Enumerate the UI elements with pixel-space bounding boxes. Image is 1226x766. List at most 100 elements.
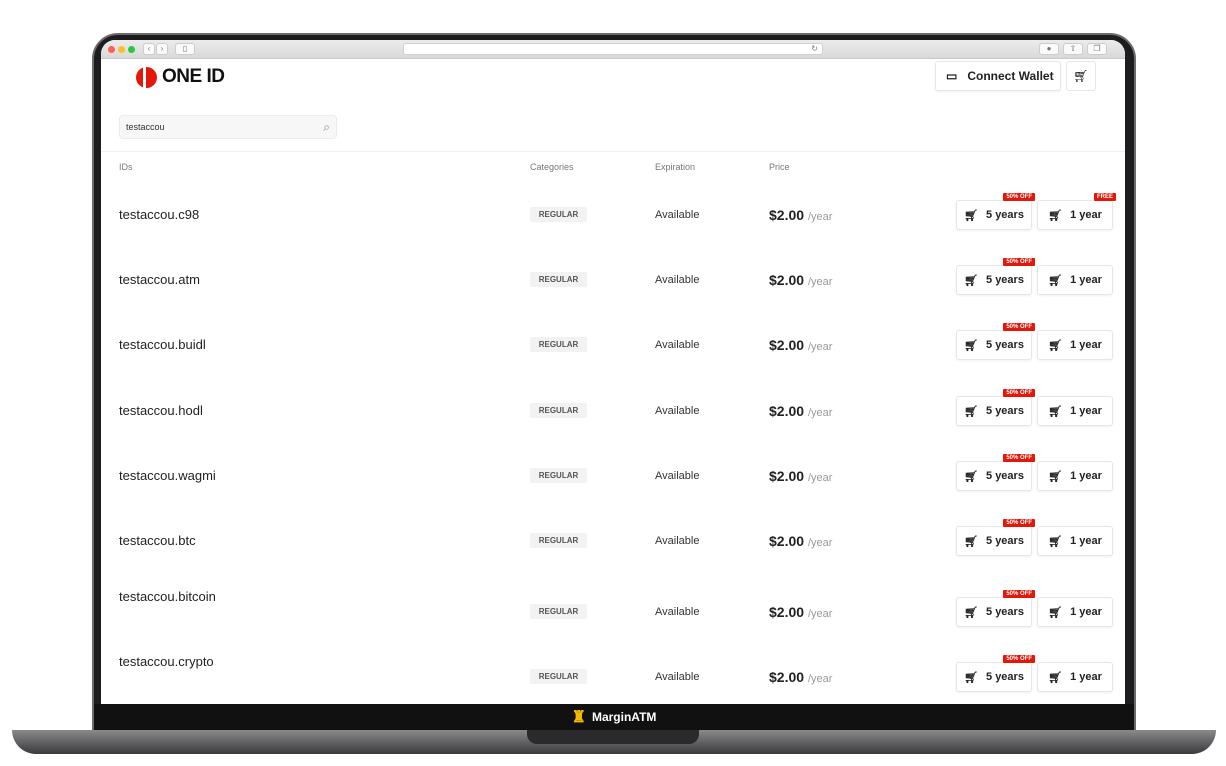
cart-icon: 🛒︎ xyxy=(964,671,979,684)
buy-5-years-button[interactable]: 🛒︎ 5 years 50% OFF xyxy=(956,655,1035,692)
back-icon[interactable]: ‹ xyxy=(143,43,155,55)
cart-icon: 🛒︎ xyxy=(964,405,979,418)
logo[interactable]: ONE ID xyxy=(136,66,225,88)
buy-5-years-button[interactable]: 🛒︎ 5 years 50% OFF xyxy=(956,258,1035,295)
category-badge: REGULAR xyxy=(530,533,587,548)
buy-5-years-button[interactable]: 🛒︎ 5 years 50% OFF xyxy=(956,193,1035,230)
table-row: testaccou.hodl REGULAR Available $2.00 /… xyxy=(101,389,1125,431)
price-value: $2.00 xyxy=(769,272,805,288)
logo-mark-icon xyxy=(136,66,157,88)
buy-5-years-label: 5 years xyxy=(986,405,1024,417)
table-row: testaccou.btc REGULAR Available $2.00 /y… xyxy=(101,519,1125,561)
browser-toolbar: ‹ › ▯ ↻ ● ⇧ ❐ xyxy=(101,40,1125,59)
minimize-window-button[interactable] xyxy=(118,46,125,53)
discount-tag: 50% OFF xyxy=(1003,519,1035,527)
marginatm-logo-icon: ♜ xyxy=(571,709,586,726)
share-icon[interactable]: ⇧ xyxy=(1063,43,1083,55)
cart-icon: 🛒︎ xyxy=(1048,405,1063,418)
cart-icon: 🛒︎ xyxy=(1048,470,1063,483)
category-badge: REGULAR xyxy=(530,207,587,222)
column-header-categories: Categories xyxy=(530,162,574,172)
buy-5-years-label: 5 years xyxy=(986,339,1024,351)
search-icon[interactable]: ⌕ xyxy=(323,120,330,135)
buy-5-years-button[interactable]: 🛒︎ 5 years 50% OFF xyxy=(956,454,1035,491)
close-window-button[interactable] xyxy=(108,46,115,53)
buy-5-years-button[interactable]: 🛒︎ 5 years 50% OFF xyxy=(956,590,1035,627)
forward-icon[interactable]: › xyxy=(156,43,168,55)
expiration-status: Available xyxy=(655,339,700,351)
price-value: $2.00 xyxy=(769,604,805,620)
wallet-icon: ▭ xyxy=(946,69,958,83)
id-name[interactable]: testaccou.buidl xyxy=(119,337,206,352)
column-header-ids: IDs xyxy=(119,162,133,172)
download-icon[interactable]: ● xyxy=(1039,43,1059,55)
cart-button[interactable]: 🛒︎ xyxy=(1066,61,1096,91)
free-tag: FREE xyxy=(1093,193,1116,201)
buy-1-year-button[interactable]: 🛒︎ 1 year xyxy=(1037,265,1113,295)
category-badge: REGULAR xyxy=(530,604,587,619)
buy-1-year-button[interactable]: 🛒︎ 1 year xyxy=(1037,597,1113,627)
price-unit: /year xyxy=(807,673,833,685)
id-name[interactable]: testaccou.crypto xyxy=(119,654,214,669)
expiration-status: Available xyxy=(655,671,700,683)
discount-tag: 50% OFF xyxy=(1003,454,1035,462)
price-unit: /year xyxy=(807,211,833,223)
expiration-status: Available xyxy=(655,606,700,618)
buy-1-year-button[interactable]: 🛒︎ 1 year xyxy=(1037,526,1113,556)
buy-5-years-label: 5 years xyxy=(986,535,1024,547)
connect-wallet-button[interactable]: ▭ Connect Wallet xyxy=(935,61,1061,91)
buy-1-year-button[interactable]: 🛒︎ 1 year xyxy=(1037,461,1113,491)
discount-tag: 50% OFF xyxy=(1003,655,1035,663)
cart-icon: 🛒︎ xyxy=(964,274,979,287)
price-value: $2.00 xyxy=(769,207,805,223)
logo-text: ONE ID xyxy=(162,66,225,87)
buy-1-year-label: 1 year xyxy=(1070,209,1102,221)
tabs-icon[interactable]: ❐ xyxy=(1087,43,1107,55)
buy-1-year-button[interactable]: 🛒︎ 1 year xyxy=(1037,662,1113,692)
expiration-status: Available xyxy=(655,405,700,417)
address-bar[interactable]: ↻ xyxy=(403,43,823,55)
column-header-expiration: Expiration xyxy=(655,162,696,172)
buy-5-years-label: 5 years xyxy=(986,274,1024,286)
price-value: $2.00 xyxy=(769,337,805,353)
buy-1-year-label: 1 year xyxy=(1070,606,1102,618)
discount-tag: 50% OFF xyxy=(1003,193,1035,201)
id-name[interactable]: testaccou.hodl xyxy=(119,403,203,418)
category-badge: REGULAR xyxy=(530,337,587,352)
search-input[interactable]: testaccou ⌕ xyxy=(119,115,337,139)
sidebar-icon[interactable]: ▯ xyxy=(175,43,195,55)
cart-icon: 🛒︎ xyxy=(964,339,979,352)
divider xyxy=(101,151,1125,152)
id-name[interactable]: testaccou.wagmi xyxy=(119,468,216,483)
cart-icon: 🛒︎ xyxy=(1048,671,1063,684)
laptop-notch xyxy=(527,730,699,744)
buy-1-year-button[interactable]: 🛒︎ 1 year xyxy=(1037,396,1113,426)
id-name[interactable]: testaccou.bitcoin xyxy=(119,589,216,604)
price: $2.00 /year xyxy=(769,272,832,288)
price-unit: /year xyxy=(807,608,833,620)
expiration-status: Available xyxy=(655,209,700,221)
buy-5-years-button[interactable]: 🛒︎ 5 years 50% OFF xyxy=(956,519,1035,556)
buy-1-year-label: 1 year xyxy=(1070,274,1102,286)
cart-icon: 🛒︎ xyxy=(1073,69,1089,83)
id-name[interactable]: testaccou.btc xyxy=(119,533,196,548)
buy-5-years-button[interactable]: 🛒︎ 5 years 50% OFF xyxy=(956,323,1035,360)
buy-1-year-label: 1 year xyxy=(1070,339,1102,351)
reload-icon[interactable]: ↻ xyxy=(811,44,818,53)
price: $2.00 /year xyxy=(769,403,832,419)
buy-1-year-button[interactable]: 🛒︎ 1 year FREE xyxy=(1037,193,1116,230)
price-unit: /year xyxy=(807,341,833,353)
maximize-window-button[interactable] xyxy=(128,46,135,53)
id-name[interactable]: testaccou.atm xyxy=(119,272,200,287)
category-badge: REGULAR xyxy=(530,468,587,483)
cart-icon: 🛒︎ xyxy=(1048,339,1063,352)
cart-icon: 🛒︎ xyxy=(1048,274,1063,287)
buy-5-years-label: 5 years xyxy=(986,606,1024,618)
buy-5-years-button[interactable]: 🛒︎ 5 years 50% OFF xyxy=(956,389,1035,426)
id-name[interactable]: testaccou.c98 xyxy=(119,207,199,222)
buy-1-year-button[interactable]: 🛒︎ 1 year xyxy=(1037,330,1113,360)
column-header-price: Price xyxy=(769,162,790,172)
discount-tag: 50% OFF xyxy=(1003,389,1035,397)
cart-icon: 🛒︎ xyxy=(1048,606,1063,619)
discount-tag: 50% OFF xyxy=(1003,323,1035,331)
